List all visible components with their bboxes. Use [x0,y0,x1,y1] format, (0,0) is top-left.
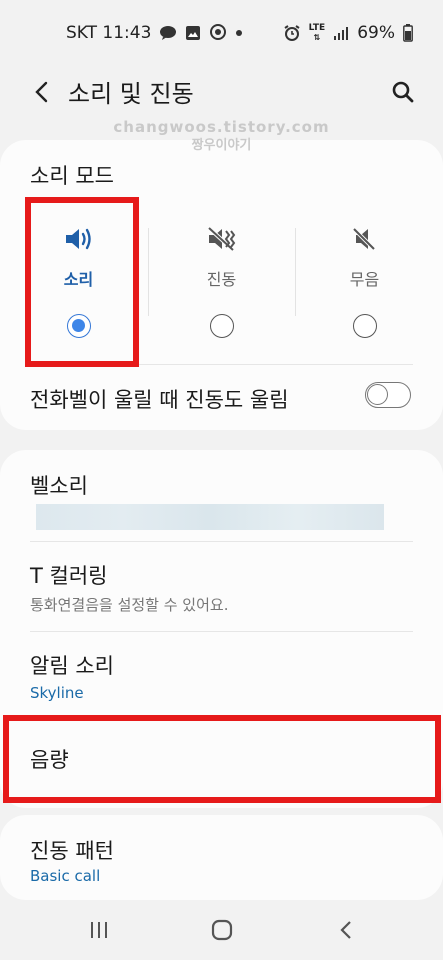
battery-icon [403,24,413,42]
ringtone-row[interactable]: 벨소리 [0,450,443,542]
toggle-knob [367,384,388,405]
mode-option-sound[interactable]: 소리 [5,196,152,338]
alarm-icon [283,24,301,42]
ringtone-title: 벨소리 [30,474,88,498]
lte-icon: LTE ⇅ [308,23,326,43]
notification-sound-value: Skyline [30,684,84,702]
mode-option-mute[interactable]: 무음 [291,196,438,338]
recent-apps-icon [91,922,107,938]
radio-mute[interactable] [352,314,377,338]
vibration-card: 진동 패턴 Basic call [0,815,443,900]
speaker-mute-icon [291,226,438,252]
location-notification-icon [209,24,227,42]
navigation-bar [0,900,443,960]
app-header: 소리 및 진동 [0,66,443,118]
vibration-pattern-value: Basic call [30,867,101,885]
back-button[interactable] [28,78,56,106]
notification-sound-title: 알림 소리 [30,654,114,678]
talk-notification-icon [159,25,177,41]
back-nav-icon [340,921,351,939]
chevron-left-icon [35,81,48,103]
more-notifications-dot [235,29,243,37]
t-coloring-title: T 컬러링 [30,564,108,588]
gallery-notification-icon [185,25,201,41]
lte-label: LTE [308,23,326,33]
volume-row[interactable]: 음량 [0,716,443,808]
mode-label-sound: 소리 [63,270,94,289]
radio-sound[interactable] [66,314,91,338]
status-bar: SKT 11:43 LTE ⇅ 69% [0,0,443,66]
mode-label-vibrate: 진동 [206,270,237,289]
vibrate-icon [148,226,295,252]
radio-vibrate[interactable] [209,314,234,338]
volume-title: 음량 [30,748,69,772]
vibration-pattern-title: 진동 패턴 [30,839,114,863]
notification-sound-row[interactable]: 알림 소리 Skyline [0,632,443,716]
page-title: 소리 및 진동 [68,80,194,108]
mode-label-mute: 무음 [349,270,380,289]
sound-mode-card: 소리 모드 소리 진동 무음 전화벨이 울릴 때 진동도 울림 [0,140,443,430]
t-coloring-row[interactable]: T 컬러링 통화연결음을 설정할 수 있어요. [0,542,443,632]
battery-percent: 69% [357,23,395,43]
recent-apps-button[interactable] [83,916,115,944]
divider [30,364,413,365]
mode-option-vibrate[interactable]: 진동 [148,196,295,338]
search-icon [392,81,414,103]
vibrate-while-ringing-label: 전화벨이 울릴 때 진동도 울림 [30,388,289,412]
home-icon [211,919,233,941]
back-nav-button[interactable] [330,916,362,944]
t-coloring-subtitle: 통화연결음을 설정할 수 있어요. [30,596,229,614]
ringtone-value-blurred [36,504,384,530]
vibrate-while-ringing-toggle[interactable] [365,382,411,408]
sound-settings-card: 벨소리 T 컬러링 통화연결음을 설정할 수 있어요. 알림 소리 Skylin… [0,450,443,808]
carrier-time: SKT 11:43 [66,23,152,43]
speaker-on-icon [5,226,152,252]
watermark-blog-name: 짱우이야기 [191,138,252,153]
signal-icon [333,25,349,41]
vibration-pattern-row[interactable]: 진동 패턴 Basic call [0,815,443,900]
search-button[interactable] [387,76,419,108]
vibrate-while-ringing-row[interactable]: 전화벨이 울릴 때 진동도 울림 [0,366,443,430]
sound-mode-title: 소리 모드 [30,164,114,188]
home-button[interactable] [206,916,238,944]
